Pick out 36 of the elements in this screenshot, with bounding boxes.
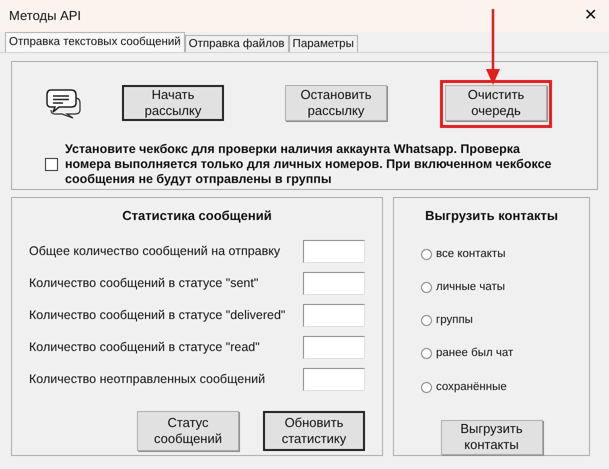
stat-label: Общее количество сообщений на отправку: [29, 242, 280, 260]
radio-button[interactable]: [421, 282, 432, 293]
stat-field[interactable]: [303, 368, 365, 390]
checkbox-label: Установите чекбокс для проверки наличия аккаунта Whatsapp. Проверка номера выполняется только для личных номеров. При включенном чекбоксе сообщения не будут отправлены в группы: [65, 142, 552, 187]
stat-label: Количество сообщений в статусе "delivered": [29, 306, 286, 324]
command-button[interactable]: Начать рассылку: [122, 85, 224, 121]
tab[interactable]: Отправка файлов: [184, 35, 289, 52]
stat-field[interactable]: [303, 240, 365, 262]
radio-button[interactable]: [421, 248, 432, 260]
stat-field[interactable]: [303, 272, 365, 294]
command-button[interactable]: Очистить очередь: [445, 85, 547, 121]
radio-label: сохранённые: [436, 380, 507, 394]
chat-icon: [45, 88, 83, 120]
stat-field[interactable]: [303, 336, 365, 358]
checkbox[interactable]: [45, 158, 58, 171]
command-button[interactable]: Статус сообщений: [137, 410, 239, 450]
stat-label: Количество сообщений в статусе "sent": [29, 274, 258, 292]
panel-title: Статистика сообщений: [121, 207, 273, 225]
radio-button[interactable]: [421, 382, 432, 393]
tab[interactable]: Отправка текстовых сообщений: [5, 32, 185, 52]
radio-button[interactable]: [421, 348, 432, 360]
panel-title: Выгрузить контакты: [425, 207, 558, 225]
radio-button[interactable]: [421, 315, 432, 326]
stat-field[interactable]: [303, 304, 365, 326]
stat-label: Количество неотправленных сообщений: [29, 370, 266, 388]
radio-label: ранее был чат: [436, 346, 514, 362]
command-button[interactable]: Обновить статистику: [263, 410, 365, 450]
close-button[interactable]: ✕: [584, 4, 597, 28]
tab[interactable]: Параметры: [288, 35, 358, 52]
window-title: Методы API: [9, 7, 82, 26]
stat-label: Количество сообщений в статусе "read": [29, 338, 260, 356]
radio-label: все контакты: [436, 246, 506, 262]
radio-label: группы: [436, 313, 473, 328]
command-button[interactable]: Остановить рассылку: [285, 85, 387, 121]
radio-label: личные чаты: [436, 280, 505, 295]
command-button[interactable]: Выгрузить контакты: [440, 420, 542, 455]
